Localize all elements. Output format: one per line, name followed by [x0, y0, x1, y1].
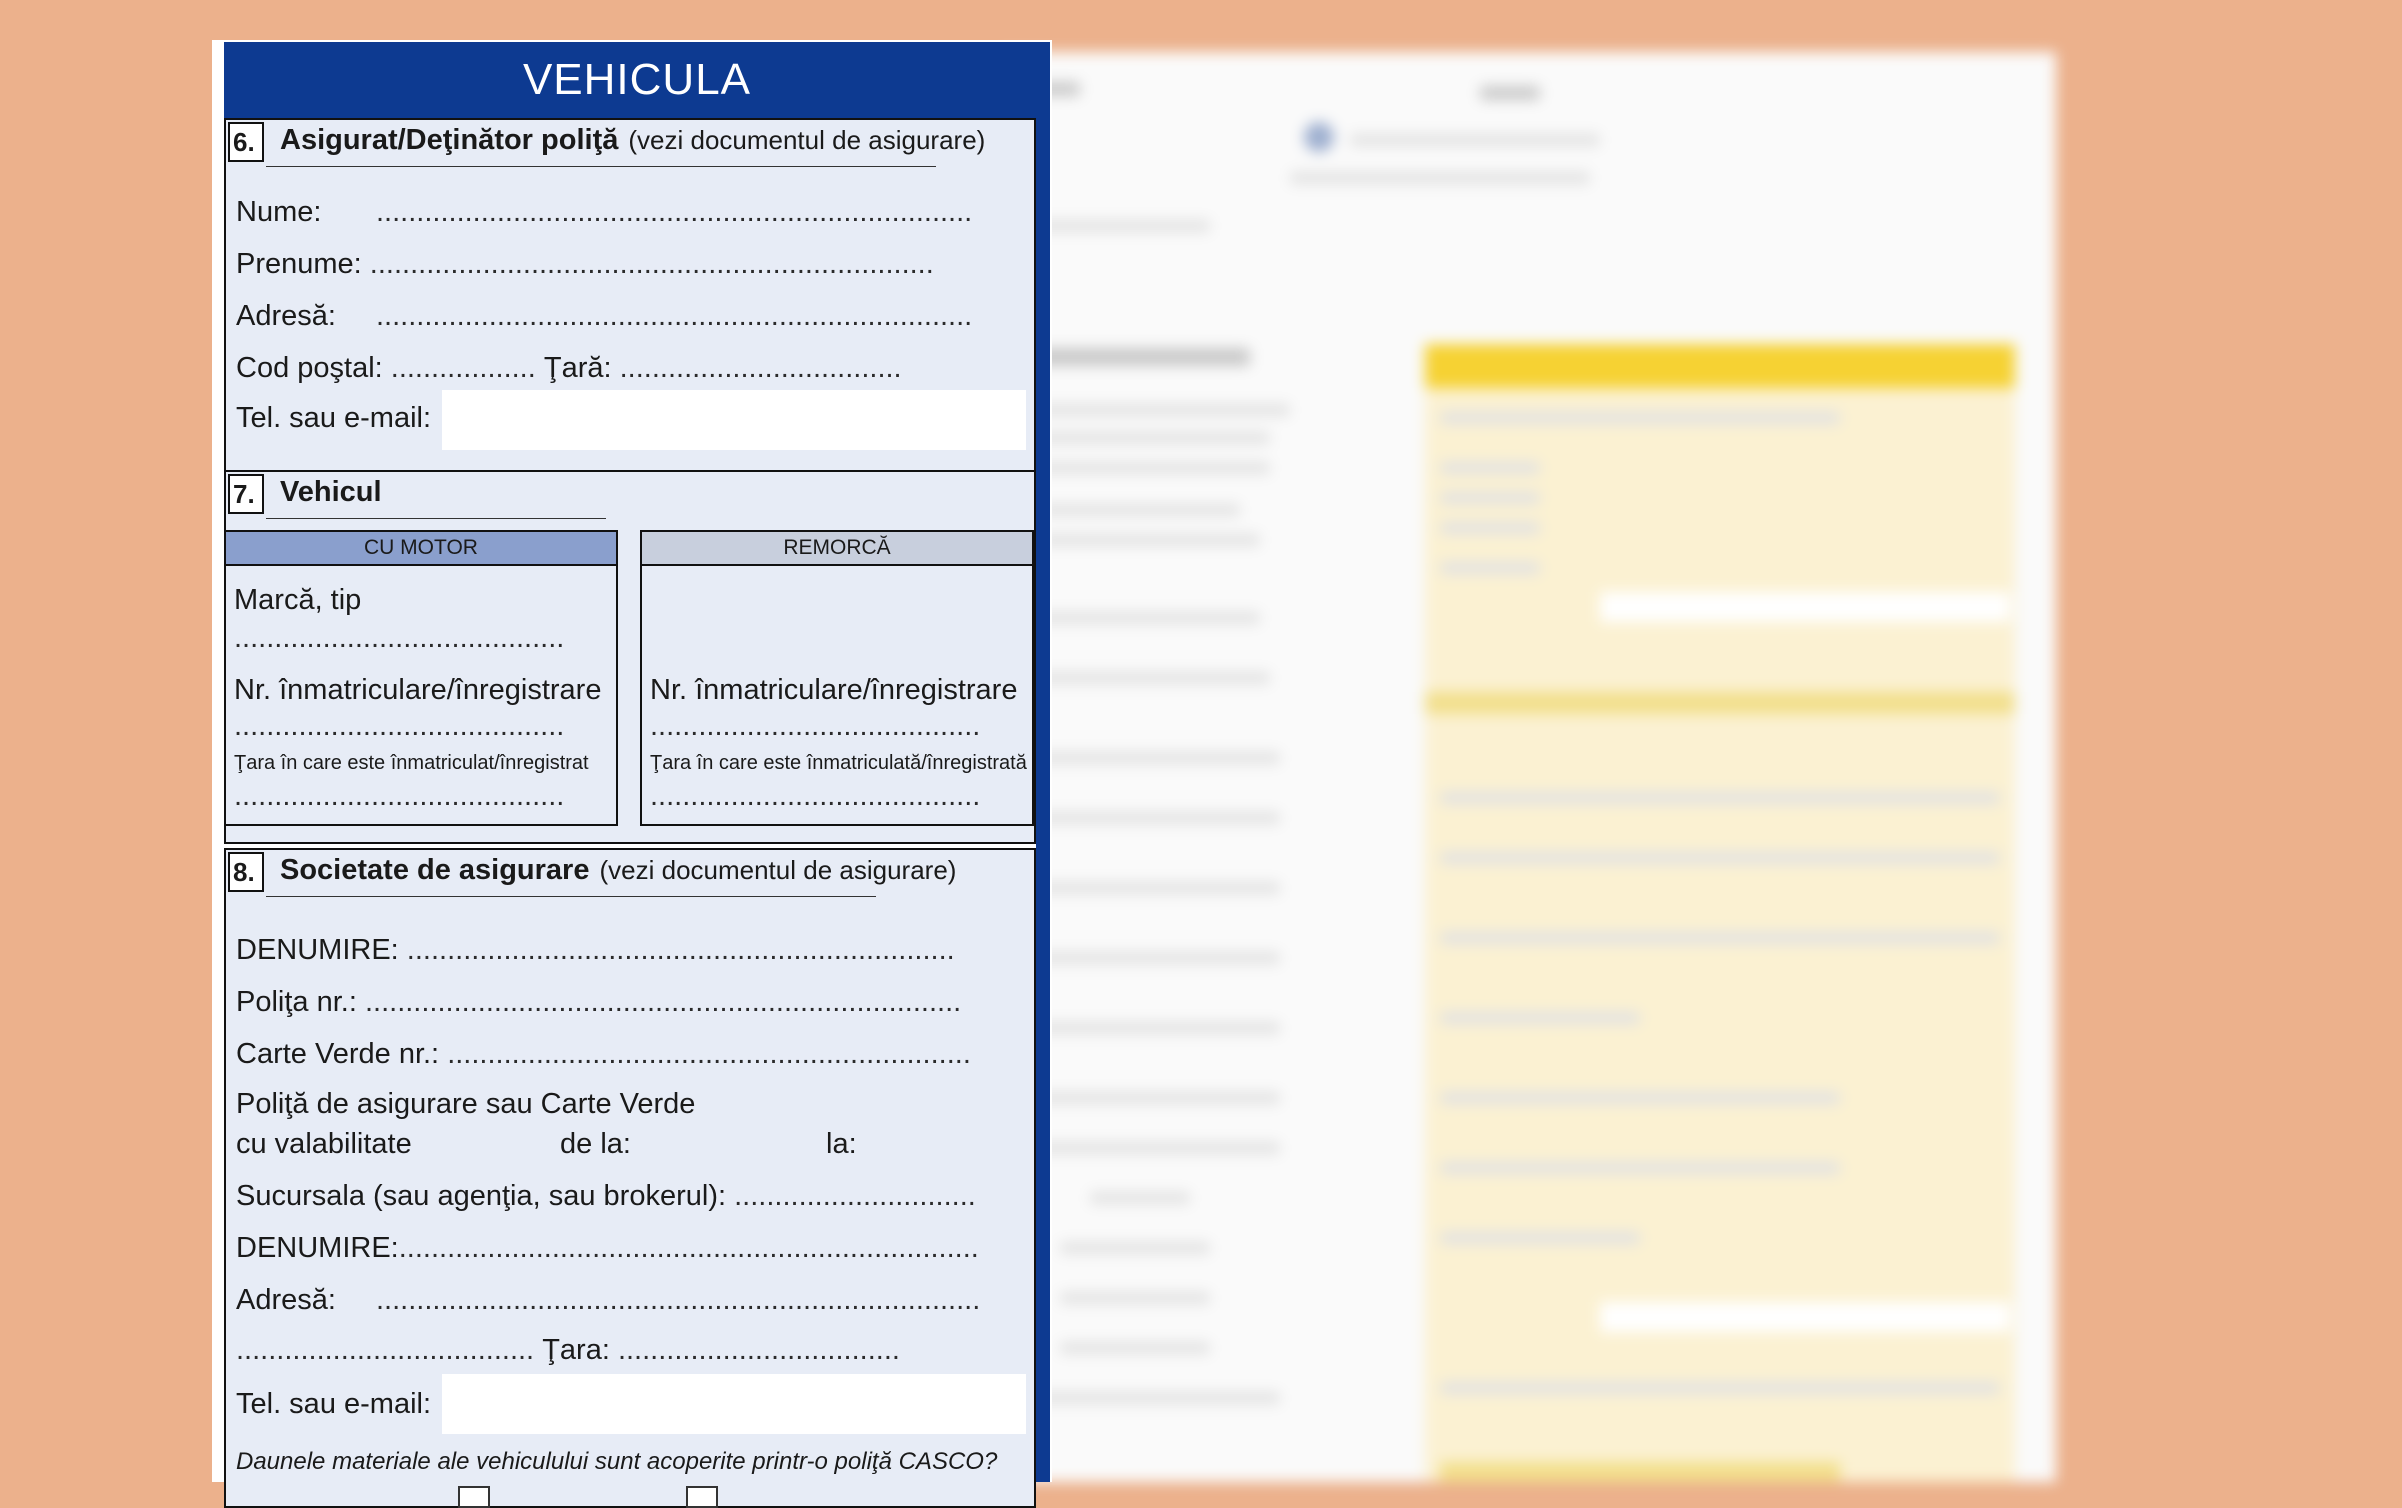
- section-title-underline: [266, 896, 876, 897]
- section-number: 7.: [228, 474, 264, 514]
- cod-postal-field[interactable]: Cod poştal: .................. Ţară: ...…: [236, 352, 902, 385]
- adresa-tara-field[interactable]: ..................................... Ţa…: [236, 1334, 900, 1367]
- marca-tip-dots[interactable]: ........................................…: [234, 622, 564, 655]
- form-title: VEHICULA: [224, 42, 1050, 118]
- motor-vehicle-column: CU MOTOR Marcă, tip ....................…: [224, 530, 618, 826]
- la-label[interactable]: la:: [826, 1128, 857, 1161]
- motor-nr-dots[interactable]: ........................................…: [234, 710, 564, 743]
- section-title-text: Asigurat/Deţinător poliţă: [280, 124, 619, 156]
- trailer-column: REMORCĂ Nr. înmatriculare/înregistrare .…: [640, 530, 1034, 826]
- valabilitate-label: cu valabilitate: [236, 1128, 412, 1160]
- remorca-tara-label: Ţara în care este înmatriculată/înregist…: [650, 752, 1027, 774]
- casco-checkbox-nu[interactable]: [458, 1486, 490, 1508]
- adresa-dots: ........................................…: [376, 1284, 981, 1316]
- cod-postal-label: Cod poştal:: [236, 352, 383, 384]
- polita-label: Poliţa nr.:: [236, 986, 357, 1018]
- polita-dots: ........................................…: [364, 986, 962, 1018]
- vehicle-form-panel: VEHICULA 6. Asigurat/Deţinător poliţă (ve…: [212, 40, 1052, 1508]
- nume-dots: ........................................…: [376, 196, 973, 228]
- remorca-column-header: REMORCĂ: [640, 530, 1034, 566]
- casco-checkbox-da[interactable]: [686, 1486, 718, 1508]
- section-note: (vezi documentul de asigurare): [599, 855, 957, 885]
- denumire2-label: DENUMIRE:: [236, 1232, 399, 1264]
- tara-dots: ...................................: [619, 352, 902, 384]
- background-document-blurred: [1000, 52, 2056, 1482]
- section-title: Vehicul: [280, 476, 382, 508]
- remorca-nr-label: Nr. înmatriculare/înregistrare: [650, 674, 1018, 706]
- form-right-border: [1036, 116, 1050, 1482]
- sucursala-dots: ..............................: [734, 1180, 976, 1212]
- marca-tip-label: Marcă, tip: [234, 584, 362, 616]
- carte-verde-dots: ........................................…: [447, 1038, 971, 1070]
- prenume-field[interactable]: Prenume: ...............................…: [236, 248, 934, 281]
- de-la-label[interactable]: de la:: [560, 1128, 631, 1161]
- carte-verde-field[interactable]: Carte Verde nr.: .......................…: [236, 1038, 971, 1071]
- valabilitate-line1: Poliţă de asigurare sau Carte Verde: [236, 1088, 696, 1120]
- nume-label: Nume:: [236, 196, 322, 228]
- adresa-label: Adresă:: [236, 300, 336, 332]
- section-number: 6.: [228, 122, 264, 162]
- adresa-field[interactable]: Adresă: ................................…: [236, 300, 972, 333]
- section-vehicle: 7. Vehicul CU MOTOR Marcă, tip .........…: [224, 470, 1036, 844]
- motor-nr-label: Nr. înmatriculare/înregistrare: [234, 674, 602, 706]
- tara-label: Ţară:: [543, 352, 612, 384]
- tara-dots: ...................................: [617, 1334, 900, 1366]
- motor-tara-dots[interactable]: ........................................…: [234, 780, 564, 813]
- adresa-continuation-dots: .....................................: [236, 1334, 535, 1366]
- cod-postal-dots: ..................: [390, 352, 536, 384]
- section-number: 8.: [228, 852, 264, 892]
- tel-email-input[interactable]: [442, 390, 1026, 450]
- sucursala-label: Sucursala (sau agenţia, sau brokerul):: [236, 1180, 727, 1212]
- prenume-dots: ........................................…: [369, 248, 934, 280]
- section-insured-holder: 6. Asigurat/Deţinător poliţă (vezi docume…: [224, 118, 1036, 502]
- denumire2-field[interactable]: DENUMIRE:...............................…: [236, 1232, 979, 1265]
- adresa-label: Adresă:: [236, 1284, 336, 1316]
- section-title-underline: [266, 166, 936, 167]
- section-note: (vezi documentul de asigurare): [628, 125, 986, 155]
- section-title: Societate de asigurare (vezi documentul d…: [280, 854, 956, 887]
- motor-tara-label: Ţara în care este înmatriculat/înregistr…: [234, 752, 589, 774]
- sucursala-field[interactable]: Sucursala (sau agenţia, sau brokerul): .…: [236, 1180, 976, 1213]
- section-title-text: Societate de asigurare: [280, 854, 590, 886]
- section-insurance-company: 8. Societate de asigurare (vezi documentu…: [224, 848, 1036, 1508]
- nume-field[interactable]: Nume: ..................................…: [236, 196, 972, 229]
- denumire-label: DENUMIRE:: [236, 934, 399, 966]
- denumire-dots: ........................................…: [406, 934, 955, 966]
- denumire-field[interactable]: DENUMIRE: ..............................…: [236, 934, 955, 967]
- tel-email-label: Tel. sau e-mail:: [236, 402, 432, 434]
- remorca-nr-dots[interactable]: ........................................…: [650, 710, 980, 743]
- polita-field[interactable]: Poliţa nr.: ............................…: [236, 986, 961, 1019]
- section-title: Asigurat/Deţinător poliţă (vezi documentu…: [280, 124, 985, 157]
- tel-email-label: Tel. sau e-mail:: [236, 1388, 432, 1420]
- tel-email-input[interactable]: [442, 1374, 1026, 1434]
- motor-column-header: CU MOTOR: [224, 530, 618, 566]
- casco-question: Daunele materiale ale vehiculului sunt a…: [236, 1448, 998, 1475]
- prenume-label: Prenume:: [236, 248, 362, 280]
- adresa-dots: ........................................…: [376, 300, 973, 332]
- tara-label: Ţara:: [542, 1334, 610, 1366]
- adresa2-field[interactable]: Adresă: ................................…: [236, 1284, 980, 1317]
- section-title-underline: [266, 518, 606, 519]
- carte-verde-label: Carte Verde nr.:: [236, 1038, 440, 1070]
- denumire2-dots: ........................................…: [398, 1232, 979, 1264]
- remorca-tara-dots[interactable]: ........................................…: [650, 780, 980, 813]
